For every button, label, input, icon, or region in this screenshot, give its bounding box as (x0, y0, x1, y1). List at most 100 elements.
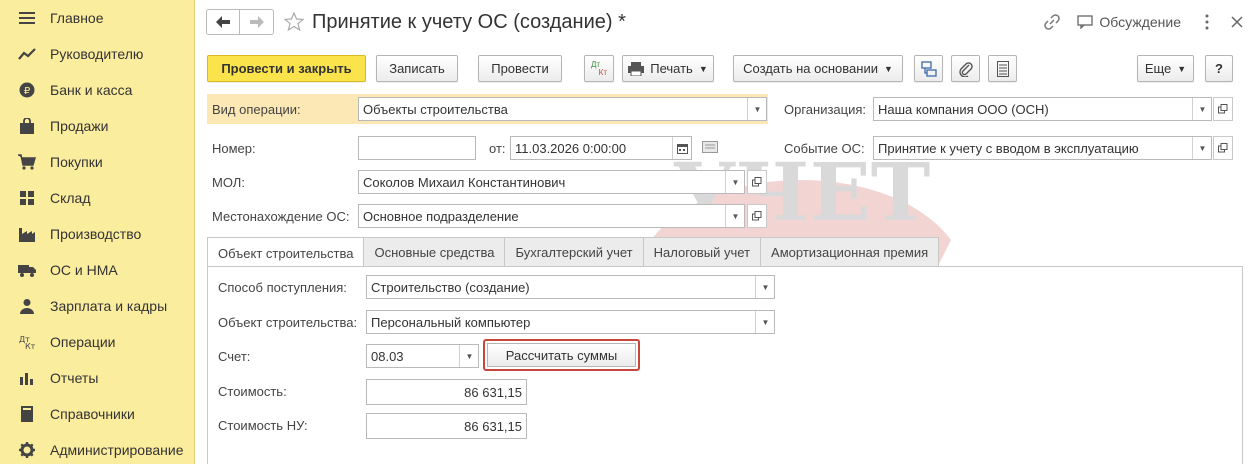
svg-text:₽: ₽ (24, 86, 31, 97)
sidebar-item-label: Зарплата и кадры (50, 298, 168, 314)
menu-icon (18, 9, 36, 27)
sidebar-item-label: Склад (50, 190, 91, 206)
cost-nu-value: 86 631,15 (464, 418, 522, 434)
link-icon[interactable] (1043, 13, 1061, 31)
close-icon[interactable] (1231, 16, 1243, 28)
sidebar-item-manager[interactable]: Руководителю (0, 36, 194, 72)
chevron-down-icon[interactable]: ▼ (459, 345, 478, 367)
event-select[interactable]: Принятие к учету с вводом в эксплуатацию… (873, 136, 1212, 160)
ruble-icon: ₽ (18, 81, 36, 99)
mol-select[interactable]: Соколов Михаил Константинович ▼ (358, 170, 745, 194)
sidebar-item-operations[interactable]: Дт Кт Операции (0, 324, 194, 360)
main-area: УЧЕТ БЕЗ ЗАБОТ Принятие к учету ОС (созд… (196, 0, 1253, 464)
cost-value: 86 631,15 (464, 384, 522, 400)
sidebar: Главное Руководителю ₽ Банк и касса Прод… (0, 0, 195, 464)
structure-button[interactable] (914, 55, 943, 82)
sidebar-item-main[interactable]: Главное (0, 0, 194, 36)
post-and-close-button[interactable]: Провести и закрыть (207, 55, 366, 82)
back-button[interactable] (206, 9, 240, 35)
post-button[interactable]: Провести (478, 55, 562, 82)
favorite-star-icon[interactable] (284, 12, 304, 32)
factory-icon (18, 225, 36, 243)
cost-label: Стоимость: (218, 384, 287, 399)
title-actions: Обсуждение (1027, 8, 1243, 36)
object-label: Объект строительства: (218, 315, 358, 330)
comment-icon[interactable] (702, 141, 718, 156)
document-icon (996, 60, 1009, 77)
arrow-left-icon (216, 16, 230, 28)
sidebar-item-label: Банк и касса (50, 82, 133, 98)
open-event-icon[interactable] (1213, 136, 1233, 160)
calendar-icon[interactable] (672, 137, 691, 159)
sidebar-item-warehouse[interactable]: Склад (0, 180, 194, 216)
save-button[interactable]: Записать (376, 55, 458, 82)
hierarchy-icon (920, 60, 937, 77)
chevron-down-icon[interactable]: ▼ (1192, 98, 1211, 120)
method-select[interactable]: Строительство (создание) ▼ (366, 275, 775, 299)
calculate-sums-button[interactable]: Рассчитать суммы (487, 343, 636, 367)
chevron-down-icon[interactable]: ▼ (747, 98, 766, 120)
report-button[interactable] (988, 55, 1017, 82)
svg-text:Кт: Кт (25, 342, 35, 350)
sidebar-item-production[interactable]: Производство (0, 216, 194, 252)
page-title: Принятие к учету ОС (создание) * (312, 10, 626, 33)
attach-button[interactable] (951, 55, 980, 82)
title-bar: Принятие к учету ОС (создание) * Обсужде… (206, 8, 1243, 36)
sidebar-item-label: Покупки (50, 154, 103, 170)
tab-accounting[interactable]: Бухгалтерский учет (504, 237, 644, 267)
sidebar-item-label: Главное (50, 10, 104, 26)
paperclip-icon (958, 61, 973, 77)
organization-label: Организация: (784, 102, 867, 117)
kt-label: Кт (598, 67, 607, 77)
sidebar-item-label: Администрирование (50, 442, 184, 458)
sidebar-item-reports[interactable]: Отчеты (0, 360, 194, 396)
open-location-icon[interactable] (747, 204, 767, 228)
bag-icon (18, 117, 36, 135)
sidebar-item-bank[interactable]: ₽ Банк и касса (0, 72, 194, 108)
cost-input[interactable]: 86 631,15 (366, 379, 527, 405)
create-based-on-button[interactable]: Создать на основании ▼ (733, 55, 903, 82)
sidebar-item-assets[interactable]: ОС и НМА (0, 252, 194, 288)
location-label: Местонахождение ОС: (212, 209, 350, 224)
dt-kt-button[interactable]: Дт Кт (584, 55, 614, 82)
chevron-down-icon[interactable]: ▼ (725, 205, 744, 227)
chevron-down-icon[interactable]: ▼ (1192, 137, 1211, 159)
sidebar-item-label: Продажи (50, 118, 109, 134)
discussion-button[interactable]: Обсуждение (1077, 14, 1181, 30)
sidebar-item-purchases[interactable]: Покупки (0, 144, 194, 180)
tab-tax-accounting[interactable]: Налоговый учет (642, 237, 762, 267)
object-select[interactable]: Персональный компьютер ▼ (366, 310, 775, 334)
tab-construction-object[interactable]: Объект строительства (207, 237, 365, 268)
account-select[interactable]: 08.03 ▼ (366, 344, 479, 368)
tab-depreciation-bonus[interactable]: Амортизационная премия (760, 237, 940, 267)
more-button[interactable]: Еще ▼ (1137, 55, 1194, 82)
tab-bar: Объект строительства Основные средства Б… (207, 237, 940, 268)
cost-nu-input[interactable]: 86 631,15 (366, 413, 527, 439)
operation-select[interactable]: Объекты строительства ▼ (358, 97, 767, 121)
operation-label: Вид операции: (212, 102, 301, 117)
number-input[interactable] (358, 136, 476, 160)
chevron-down-icon[interactable]: ▼ (755, 311, 774, 333)
date-input[interactable]: 11.03.2026 0:00:00 (510, 136, 692, 160)
chevron-down-icon[interactable]: ▼ (755, 276, 774, 298)
help-button[interactable]: ? (1205, 55, 1233, 82)
toolbar: Провести и закрыть Записать Провести Дт … (206, 55, 1243, 83)
sidebar-item-label: Операции (50, 334, 116, 350)
chevron-down-icon[interactable]: ▼ (725, 171, 744, 193)
tab-fixed-assets[interactable]: Основные средства (363, 237, 506, 267)
sidebar-item-admin[interactable]: Администрирование (0, 432, 194, 464)
location-select[interactable]: Основное подразделение ▼ (358, 204, 745, 228)
open-organization-icon[interactable] (1213, 97, 1233, 121)
more-vertical-icon[interactable] (1205, 14, 1209, 30)
operation-value: Объекты строительства (363, 101, 508, 117)
forward-button[interactable] (240, 9, 274, 35)
print-label: Печать (650, 61, 693, 76)
open-mol-icon[interactable] (747, 170, 767, 194)
print-button[interactable]: Печать ▼ (622, 55, 714, 82)
calculate-sums-highlight: Рассчитать суммы (483, 339, 640, 371)
sidebar-item-directories[interactable]: Справочники (0, 396, 194, 432)
sidebar-item-sales[interactable]: Продажи (0, 108, 194, 144)
sidebar-item-salary[interactable]: Зарплата и кадры (0, 288, 194, 324)
dt-kt-icon: Дт Кт (18, 333, 36, 351)
organization-select[interactable]: Наша компания ООО (ОСН) ▼ (873, 97, 1212, 121)
